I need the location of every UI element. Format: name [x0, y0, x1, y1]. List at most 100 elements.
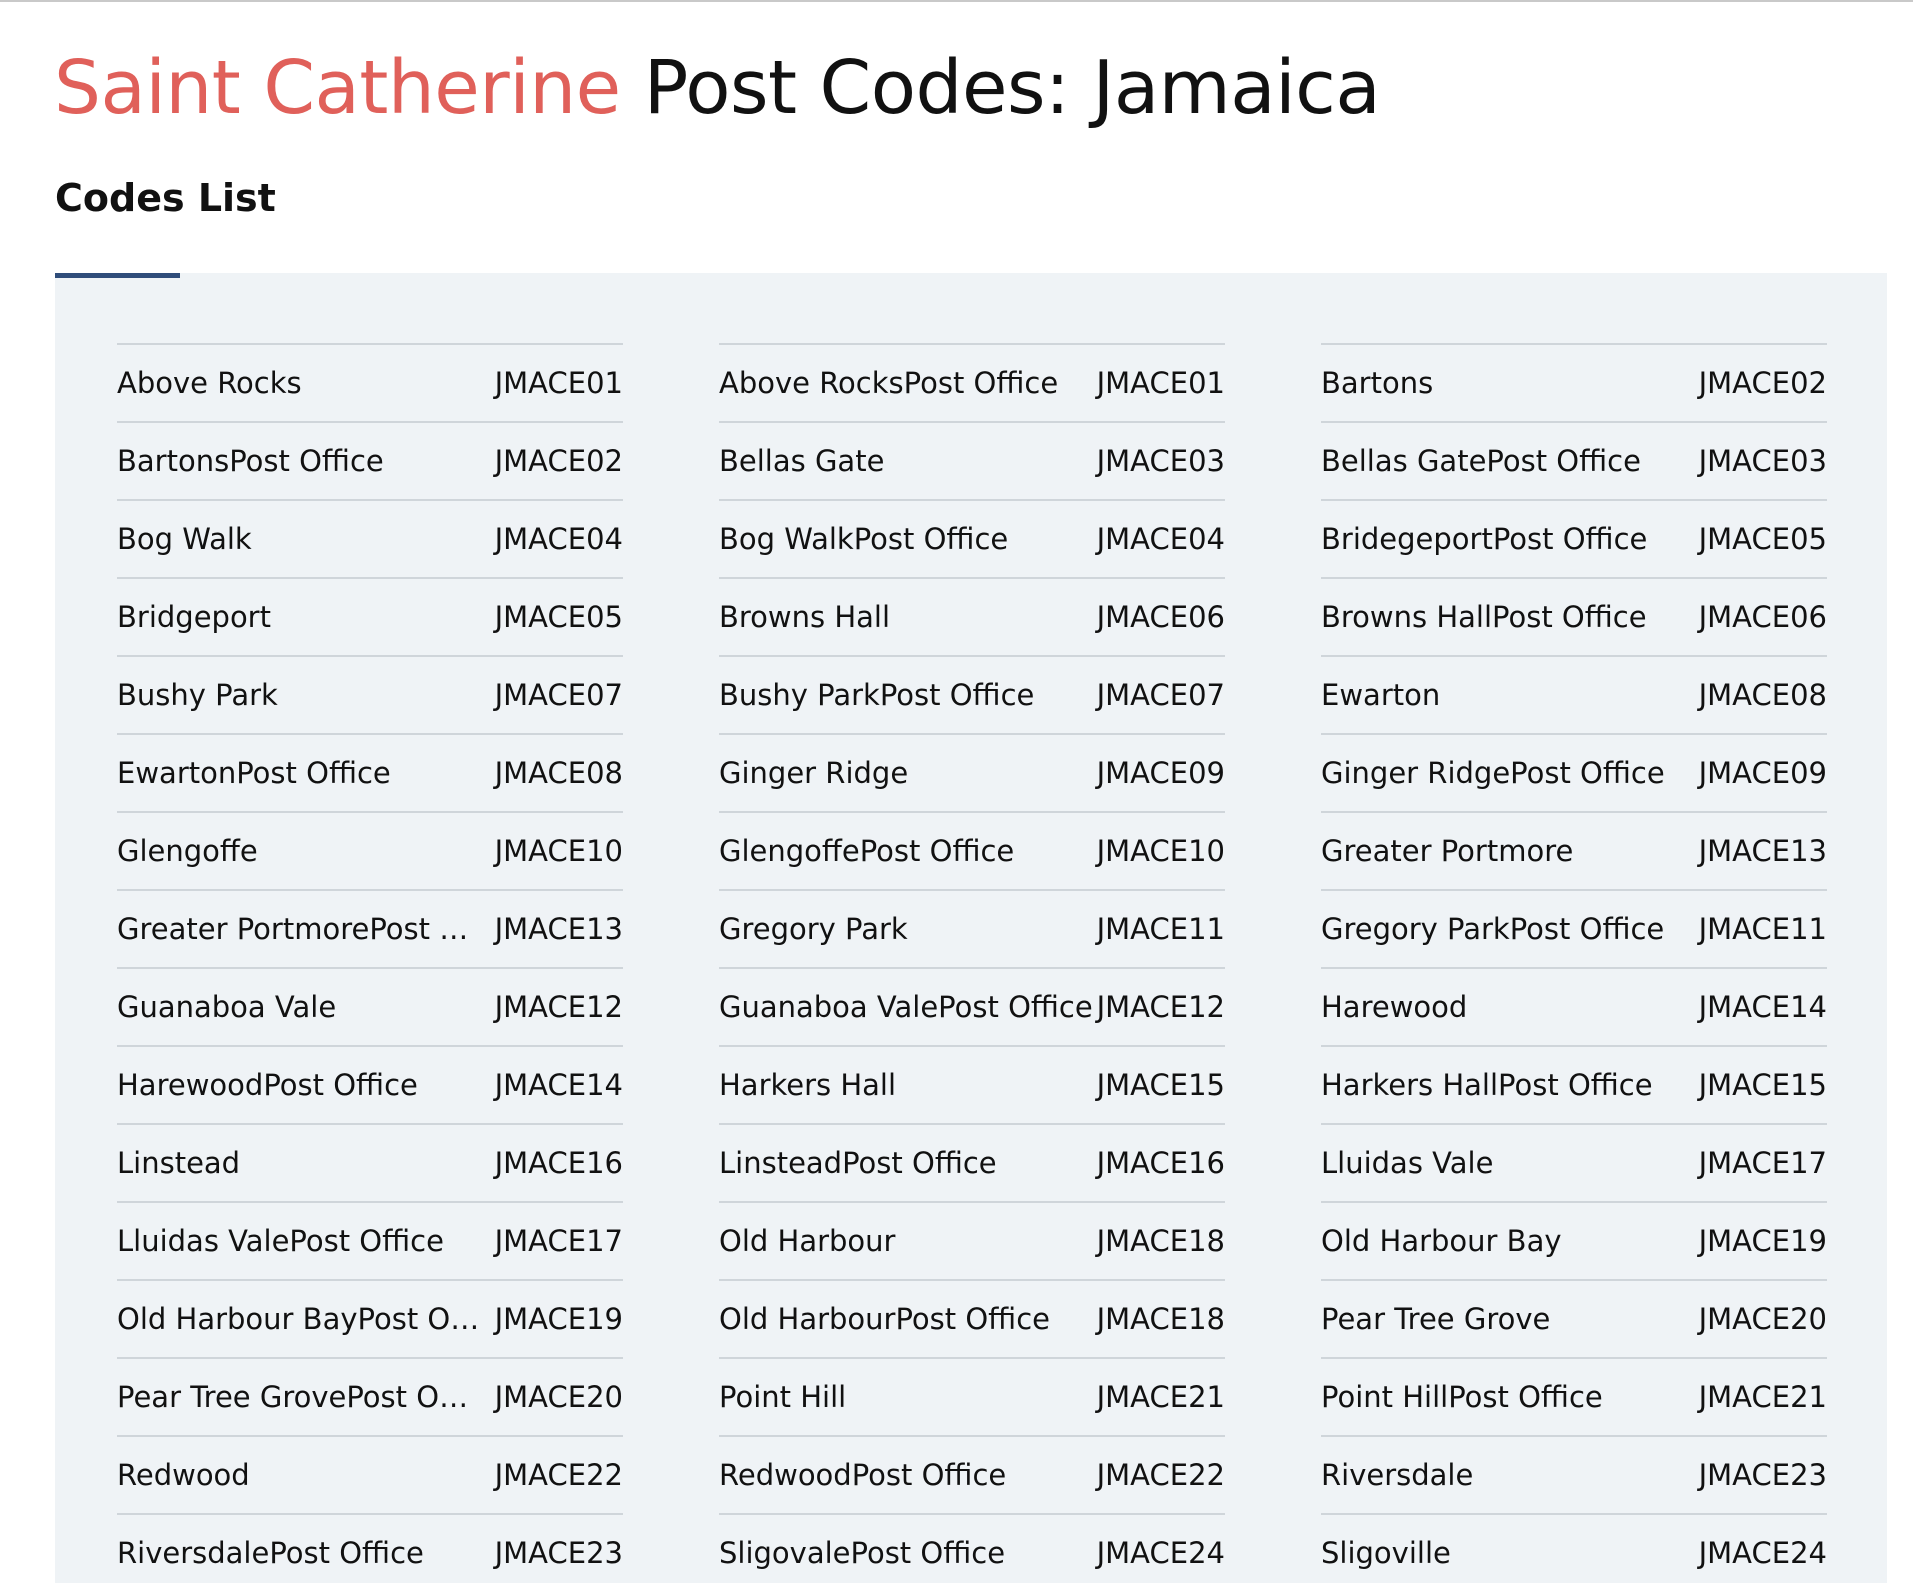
- place-name[interactable]: BridegeportPost Office: [1321, 501, 1695, 577]
- code-row[interactable]: BartonsPost Office JMACE02: [117, 423, 623, 501]
- place-name[interactable]: Greater Portmore: [1321, 813, 1695, 889]
- place-name[interactable]: Guanaboa ValePost Office: [719, 969, 1093, 1045]
- place-name[interactable]: Bridgeport: [117, 579, 491, 655]
- code-row[interactable]: Guanaboa Vale JMACE12: [117, 969, 623, 1047]
- place-name[interactable]: HarewoodPost Office: [117, 1047, 491, 1123]
- code-row[interactable]: LinsteadPost Office JMACE16: [719, 1125, 1225, 1203]
- place-name[interactable]: Bog Walk: [117, 501, 491, 577]
- place-name[interactable]: Guanaboa Vale: [117, 969, 491, 1045]
- place-name[interactable]: Bellas Gate: [719, 423, 1093, 499]
- code-row[interactable]: Ginger Ridge JMACE09: [719, 735, 1225, 813]
- code-row[interactable]: RedwoodPost Office JMACE22: [719, 1437, 1225, 1515]
- place-name[interactable]: Greater PortmorePost Office: [117, 891, 491, 967]
- place-name[interactable]: Old HarbourPost Office: [719, 1281, 1093, 1357]
- code-row[interactable]: Old HarbourPost Office JMACE18: [719, 1281, 1225, 1359]
- code-row[interactable]: Old Harbour BayPost Office JMACE19: [117, 1281, 623, 1359]
- place-name[interactable]: Redwood: [117, 1437, 491, 1513]
- place-name[interactable]: Harkers HallPost Office: [1321, 1047, 1695, 1123]
- code-row[interactable]: Harkers HallPost Office JMACE15: [1321, 1047, 1827, 1125]
- place-name[interactable]: Bushy ParkPost Office: [719, 657, 1093, 733]
- code-row[interactable]: Lluidas ValePost Office JMACE17: [117, 1203, 623, 1281]
- place-name[interactable]: Pear Tree Grove: [1321, 1281, 1695, 1357]
- place-name[interactable]: Above Rocks: [117, 345, 491, 421]
- code-row[interactable]: Harkers Hall JMACE15: [719, 1047, 1225, 1125]
- place-name[interactable]: Lluidas Vale: [1321, 1125, 1695, 1201]
- code-row[interactable]: Lluidas Vale JMACE17: [1321, 1125, 1827, 1203]
- place-name[interactable]: LinsteadPost Office: [719, 1125, 1093, 1201]
- code-row[interactable]: Bog Walk JMACE04: [117, 501, 623, 579]
- place-name[interactable]: Riversdale: [1321, 1437, 1695, 1513]
- code-row[interactable]: Ginger RidgePost Office JMACE09: [1321, 735, 1827, 813]
- place-name[interactable]: RedwoodPost Office: [719, 1437, 1093, 1513]
- place-name[interactable]: RiversdalePost Office: [117, 1515, 491, 1583]
- place-name[interactable]: Pear Tree GrovePost Office: [117, 1359, 491, 1435]
- code-row[interactable]: Redwood JMACE22: [117, 1437, 623, 1515]
- place-name[interactable]: Glengoffe: [117, 813, 491, 889]
- place-name[interactable]: Gregory ParkPost Office: [1321, 891, 1695, 967]
- code-row[interactable]: Above Rocks JMACE01: [117, 345, 623, 423]
- place-name[interactable]: Sligoville: [1321, 1515, 1695, 1583]
- code-row[interactable]: Old Harbour Bay JMACE19: [1321, 1203, 1827, 1281]
- place-name[interactable]: Ginger RidgePost Office: [1321, 735, 1695, 811]
- place-name[interactable]: Browns Hall: [719, 579, 1093, 655]
- place-name[interactable]: Bellas GatePost Office: [1321, 423, 1695, 499]
- code-row[interactable]: Above RocksPost Office JMACE01: [719, 345, 1225, 423]
- post-code: JMACE09: [1096, 756, 1225, 790]
- place-name[interactable]: Point Hill: [719, 1359, 1093, 1435]
- place-name[interactable]: Harkers Hall: [719, 1047, 1093, 1123]
- code-row[interactable]: Bog WalkPost Office JMACE04: [719, 501, 1225, 579]
- code-row[interactable]: SligovalePost Office JMACE24: [719, 1515, 1225, 1583]
- place-name[interactable]: Bartons: [1321, 345, 1695, 421]
- place-name[interactable]: Old Harbour BayPost Office: [117, 1281, 491, 1357]
- place-name[interactable]: Old Harbour Bay: [1321, 1203, 1695, 1279]
- code-row[interactable]: Bellas GatePost Office JMACE03: [1321, 423, 1827, 501]
- place-name[interactable]: Old Harbour: [719, 1203, 1093, 1279]
- code-row[interactable]: Gregory ParkPost Office JMACE11: [1321, 891, 1827, 969]
- code-row[interactable]: Ewarton JMACE08: [1321, 657, 1827, 735]
- place-name[interactable]: Bushy Park: [117, 657, 491, 733]
- code-row[interactable]: Browns Hall JMACE06: [719, 579, 1225, 657]
- code-row[interactable]: Pear Tree Grove JMACE20: [1321, 1281, 1827, 1359]
- code-row[interactable]: GlengoffePost Office JMACE10: [719, 813, 1225, 891]
- code-row[interactable]: Old Harbour JMACE18: [719, 1203, 1225, 1281]
- place-name[interactable]: EwartonPost Office: [117, 735, 491, 811]
- code-row[interactable]: Riversdale JMACE23: [1321, 1437, 1827, 1515]
- place-name[interactable]: BartonsPost Office: [117, 423, 491, 499]
- code-row[interactable]: BridegeportPost Office JMACE05: [1321, 501, 1827, 579]
- code-row[interactable]: Bushy ParkPost Office JMACE07: [719, 657, 1225, 735]
- code-row[interactable]: Pear Tree GrovePost Office JMACE20: [117, 1359, 623, 1437]
- active-tab-underline: [55, 273, 180, 278]
- place-name[interactable]: SligovalePost Office: [719, 1515, 1093, 1583]
- code-row[interactable]: Linstead JMACE16: [117, 1125, 623, 1203]
- code-row[interactable]: Bushy Park JMACE07: [117, 657, 623, 735]
- code-row[interactable]: Bellas Gate JMACE03: [719, 423, 1225, 501]
- post-code: JMACE15: [1698, 1068, 1827, 1102]
- place-name[interactable]: Linstead: [117, 1125, 491, 1201]
- code-row[interactable]: Sligoville JMACE24: [1321, 1515, 1827, 1583]
- code-row[interactable]: Gregory Park JMACE11: [719, 891, 1225, 969]
- code-row[interactable]: EwartonPost Office JMACE08: [117, 735, 623, 813]
- code-row[interactable]: Harewood JMACE14: [1321, 969, 1827, 1047]
- code-row[interactable]: Greater Portmore JMACE13: [1321, 813, 1827, 891]
- code-row[interactable]: Point HillPost Office JMACE21: [1321, 1359, 1827, 1437]
- place-name[interactable]: Ginger Ridge: [719, 735, 1093, 811]
- place-name[interactable]: Gregory Park: [719, 891, 1093, 967]
- code-row[interactable]: Point Hill JMACE21: [719, 1359, 1225, 1437]
- code-row[interactable]: HarewoodPost Office JMACE14: [117, 1047, 623, 1125]
- place-name[interactable]: Bog WalkPost Office: [719, 501, 1093, 577]
- place-name[interactable]: Above RocksPost Office: [719, 345, 1093, 421]
- code-row[interactable]: Bartons JMACE02: [1321, 345, 1827, 423]
- place-name[interactable]: Point HillPost Office: [1321, 1359, 1695, 1435]
- place-name[interactable]: Lluidas ValePost Office: [117, 1203, 491, 1279]
- codes-list-panel: Above Rocks JMACE01 BartonsPost Office JMAC…: [55, 273, 1887, 1583]
- place-name[interactable]: GlengoffePost Office: [719, 813, 1093, 889]
- code-row[interactable]: Guanaboa ValePost Office JMACE12: [719, 969, 1225, 1047]
- place-name[interactable]: Harewood: [1321, 969, 1695, 1045]
- code-row[interactable]: Glengoffe JMACE10: [117, 813, 623, 891]
- code-row[interactable]: Bridgeport JMACE05: [117, 579, 623, 657]
- place-name[interactable]: Ewarton: [1321, 657, 1695, 733]
- code-row[interactable]: RiversdalePost Office JMACE23: [117, 1515, 623, 1583]
- code-row[interactable]: Greater PortmorePost Office JMACE13: [117, 891, 623, 969]
- code-row[interactable]: Browns HallPost Office JMACE06: [1321, 579, 1827, 657]
- place-name[interactable]: Browns HallPost Office: [1321, 579, 1695, 655]
